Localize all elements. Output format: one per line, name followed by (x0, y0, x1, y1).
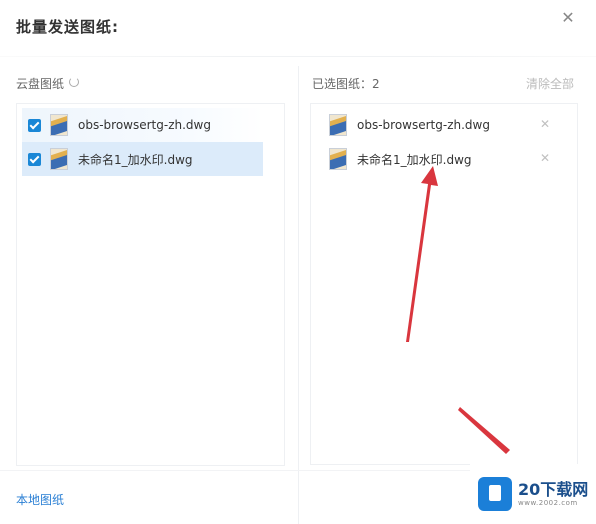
dwg-file-icon (50, 114, 68, 136)
watermark-brand: 20下载网 (518, 480, 589, 499)
file-name: 未命名1_加水印.dwg (357, 152, 472, 167)
file-name: obs-browsertg-zh.dwg (78, 118, 211, 132)
file-name: obs-browsertg-zh.dwg (357, 118, 490, 132)
cloud-file-row[interactable]: obs-browsertg-zh.dwg (22, 108, 263, 142)
cloud-file-list: obs-browsertg-zh.dwg 未命名1_加水印.dwg (16, 103, 285, 466)
selected-file-list: obs-browsertg-zh.dwg ✕ 未命名1_加水印.dwg ✕ (310, 103, 578, 465)
local-drawings-link[interactable]: 本地图纸 (16, 491, 64, 508)
refresh-icon[interactable] (69, 77, 79, 87)
watermark-badge: 20下载网 www.2002.com (470, 464, 596, 524)
watermark-domain: www.2002.com (518, 499, 578, 507)
selected-file-row: obs-browsertg-zh.dwg ✕ (316, 108, 571, 142)
header-divider (0, 56, 596, 57)
file-name: 未命名1_加水印.dwg (78, 152, 193, 167)
dwg-file-icon (329, 114, 347, 136)
dwg-file-icon (50, 148, 68, 170)
vertical-divider (298, 66, 299, 524)
checkbox-checked[interactable] (28, 118, 41, 132)
dialog-title: 批量发送图纸: (16, 18, 119, 36)
clear-all-button[interactable]: 清除全部 (526, 75, 574, 92)
remove-icon[interactable]: ✕ (539, 118, 551, 130)
site-logo-icon (478, 477, 512, 511)
selected-drawings-label: 已选图纸：2 (312, 77, 380, 91)
dwg-file-icon (329, 148, 347, 170)
remove-icon[interactable]: ✕ (539, 152, 551, 164)
watermark-text: 20下载网 www.2002.com (518, 480, 589, 508)
close-icon[interactable]: ✕ (560, 10, 576, 26)
selected-file-row: 未命名1_加水印.dwg ✕ (316, 142, 571, 176)
cloud-file-row[interactable]: 未命名1_加水印.dwg (22, 142, 263, 176)
checkbox-checked[interactable] (28, 152, 41, 166)
cloud-drawings-label: 云盘图纸 (16, 77, 65, 91)
